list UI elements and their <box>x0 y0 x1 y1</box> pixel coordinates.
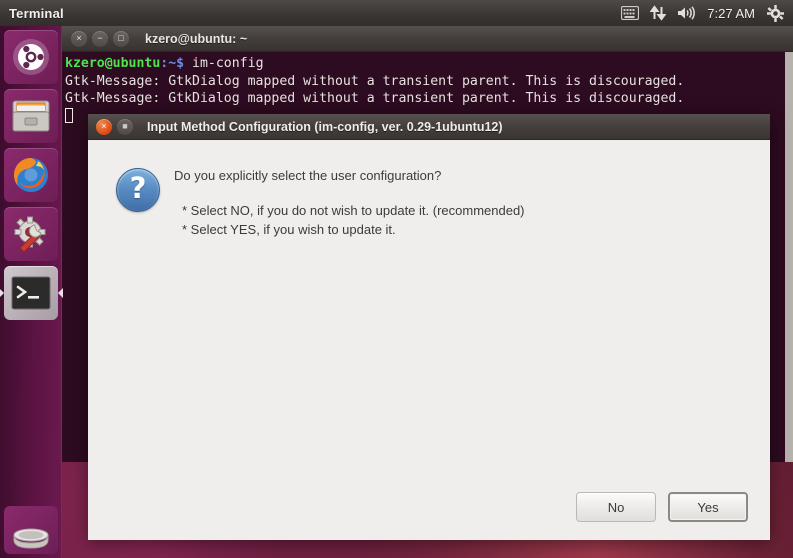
unity-launcher[interactable] <box>0 26 63 558</box>
terminal-scrollbar[interactable] <box>785 52 793 462</box>
terminal-close-button[interactable]: × <box>71 30 87 47</box>
dialog-titlebar[interactable]: × ■ Input Method Configuration (im-confi… <box>88 114 770 140</box>
terminal-prompt-path: :~$ <box>160 56 185 71</box>
im-config-dialog[interactable]: × ■ Input Method Configuration (im-confi… <box>88 114 770 540</box>
dialog-title: Input Method Configuration (im-config, v… <box>147 119 503 134</box>
dialog-close-button[interactable]: × <box>96 118 112 135</box>
network-indicator-icon[interactable] <box>650 3 667 23</box>
file-manager-icon <box>12 100 49 132</box>
launcher-item-files[interactable] <box>3 89 58 143</box>
dialog-question-text: Do you explicitly select the user config… <box>174 168 442 183</box>
terminal-title: kzero@ubuntu: ~ <box>145 31 248 46</box>
terminal-line-output-2: Gtk-Message: GtkDialog mapped without a … <box>65 91 685 106</box>
panel-indicators: 7:27 AM <box>621 3 793 23</box>
launcher-item-trash[interactable] <box>4 506 58 554</box>
session-menu-gear-icon[interactable] <box>767 3 784 23</box>
dialog-bullet-yes: * Select YES, if you wish to update it. <box>182 222 396 237</box>
yes-button[interactable]: Yes <box>668 492 748 522</box>
dialog-bullet-no: * Select NO, if you do not wish to updat… <box>182 203 525 218</box>
dialog-maximize-button[interactable]: ■ <box>117 118 133 135</box>
top-panel[interactable]: Terminal 7:27 AM <box>0 0 793 26</box>
keyboard-indicator-icon[interactable] <box>621 3 640 23</box>
terminal-minimize-button[interactable]: − <box>92 30 108 47</box>
terminal-cursor <box>65 107 73 123</box>
dialog-text-block: Do you explicitly select the user config… <box>174 166 748 239</box>
no-button[interactable]: No <box>576 492 656 522</box>
terminal-titlebar[interactable]: × − □ kzero@ubuntu: ~ <box>62 26 793 52</box>
panel-clock[interactable]: 7:27 AM <box>706 6 756 21</box>
terminal-line-output-1: Gtk-Message: GtkDialog mapped without a … <box>65 73 685 89</box>
panel-app-title[interactable]: Terminal <box>9 6 64 21</box>
dialog-action-bar: No Yes <box>576 492 748 522</box>
launcher-item-firefox[interactable] <box>3 148 58 202</box>
trash-icon <box>13 528 49 549</box>
launcher-item-system-settings[interactable] <box>3 207 58 261</box>
terminal-prompt-user: kzero@ubuntu <box>65 56 161 71</box>
launcher-item-terminal[interactable] <box>0 266 63 320</box>
firefox-icon <box>13 157 48 192</box>
gear-wrench-icon <box>14 216 45 253</box>
volume-indicator-icon[interactable] <box>677 3 696 23</box>
launcher-item-dash-home[interactable] <box>3 30 58 84</box>
dialog-body: ? Do you explicitly select the user conf… <box>88 140 770 540</box>
terminal-maximize-button[interactable]: □ <box>113 30 129 47</box>
terminal-icon <box>11 276 50 310</box>
dialog-content: ? Do you explicitly select the user conf… <box>88 140 770 239</box>
terminal-line-prompt: kzero@ubuntu:~$ im-config <box>65 55 793 73</box>
question-mark-icon: ? <box>116 168 160 212</box>
dialog-icon-wrap: ? <box>102 166 174 239</box>
ubuntu-logo-icon <box>12 39 49 75</box>
terminal-command: im-config <box>184 56 264 71</box>
